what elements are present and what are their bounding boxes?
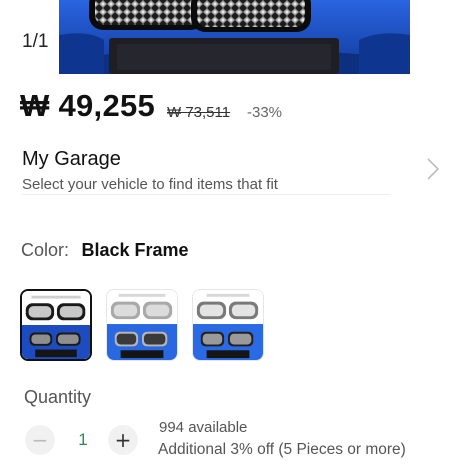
price-row: ₩ 49,255 ₩ 73,511 -33% xyxy=(20,88,460,124)
chevron-right-icon[interactable] xyxy=(424,156,442,182)
color-option-black-frame[interactable] xyxy=(20,289,92,361)
color-swatches xyxy=(20,289,280,363)
my-garage-row[interactable]: My Garage Select your vehicle to find it… xyxy=(22,146,442,196)
product-detail-page: 1/1 ₩ 49,255 ₩ 73,511 -33% My Garage Sel… xyxy=(0,0,468,468)
color-option-chrome-frame[interactable] xyxy=(192,289,264,361)
decrement-button[interactable]: − xyxy=(25,425,55,455)
garage-subtitle: Select your vehicle to find items that f… xyxy=(22,176,278,193)
quantity-label: Quantity xyxy=(24,387,92,407)
discount-badge: -33% xyxy=(247,104,283,121)
current-price: ₩ 49,255 xyxy=(20,88,156,123)
image-counter: 1/1 xyxy=(22,31,49,52)
selected-color: Black Frame xyxy=(81,240,189,260)
increment-button[interactable]: + xyxy=(108,425,138,455)
divider xyxy=(22,194,390,195)
product-photo[interactable] xyxy=(59,0,410,74)
product-gallery: 1/1 xyxy=(0,0,468,74)
original-price: ₩ 73,511 xyxy=(167,104,231,121)
quantity-value[interactable]: 1 xyxy=(65,430,101,450)
color-option-silver-frame[interactable] xyxy=(106,289,178,361)
color-selector-label: Color: Black Frame xyxy=(21,240,421,264)
stock-available: 994 available xyxy=(159,419,248,436)
bulk-discount-note: Additional 3% off (5 Pieces or more) xyxy=(158,441,406,458)
garage-title: My Garage xyxy=(22,148,121,170)
color-label: Color: xyxy=(21,240,70,260)
quantity-stepper: − 1 + xyxy=(25,425,140,455)
